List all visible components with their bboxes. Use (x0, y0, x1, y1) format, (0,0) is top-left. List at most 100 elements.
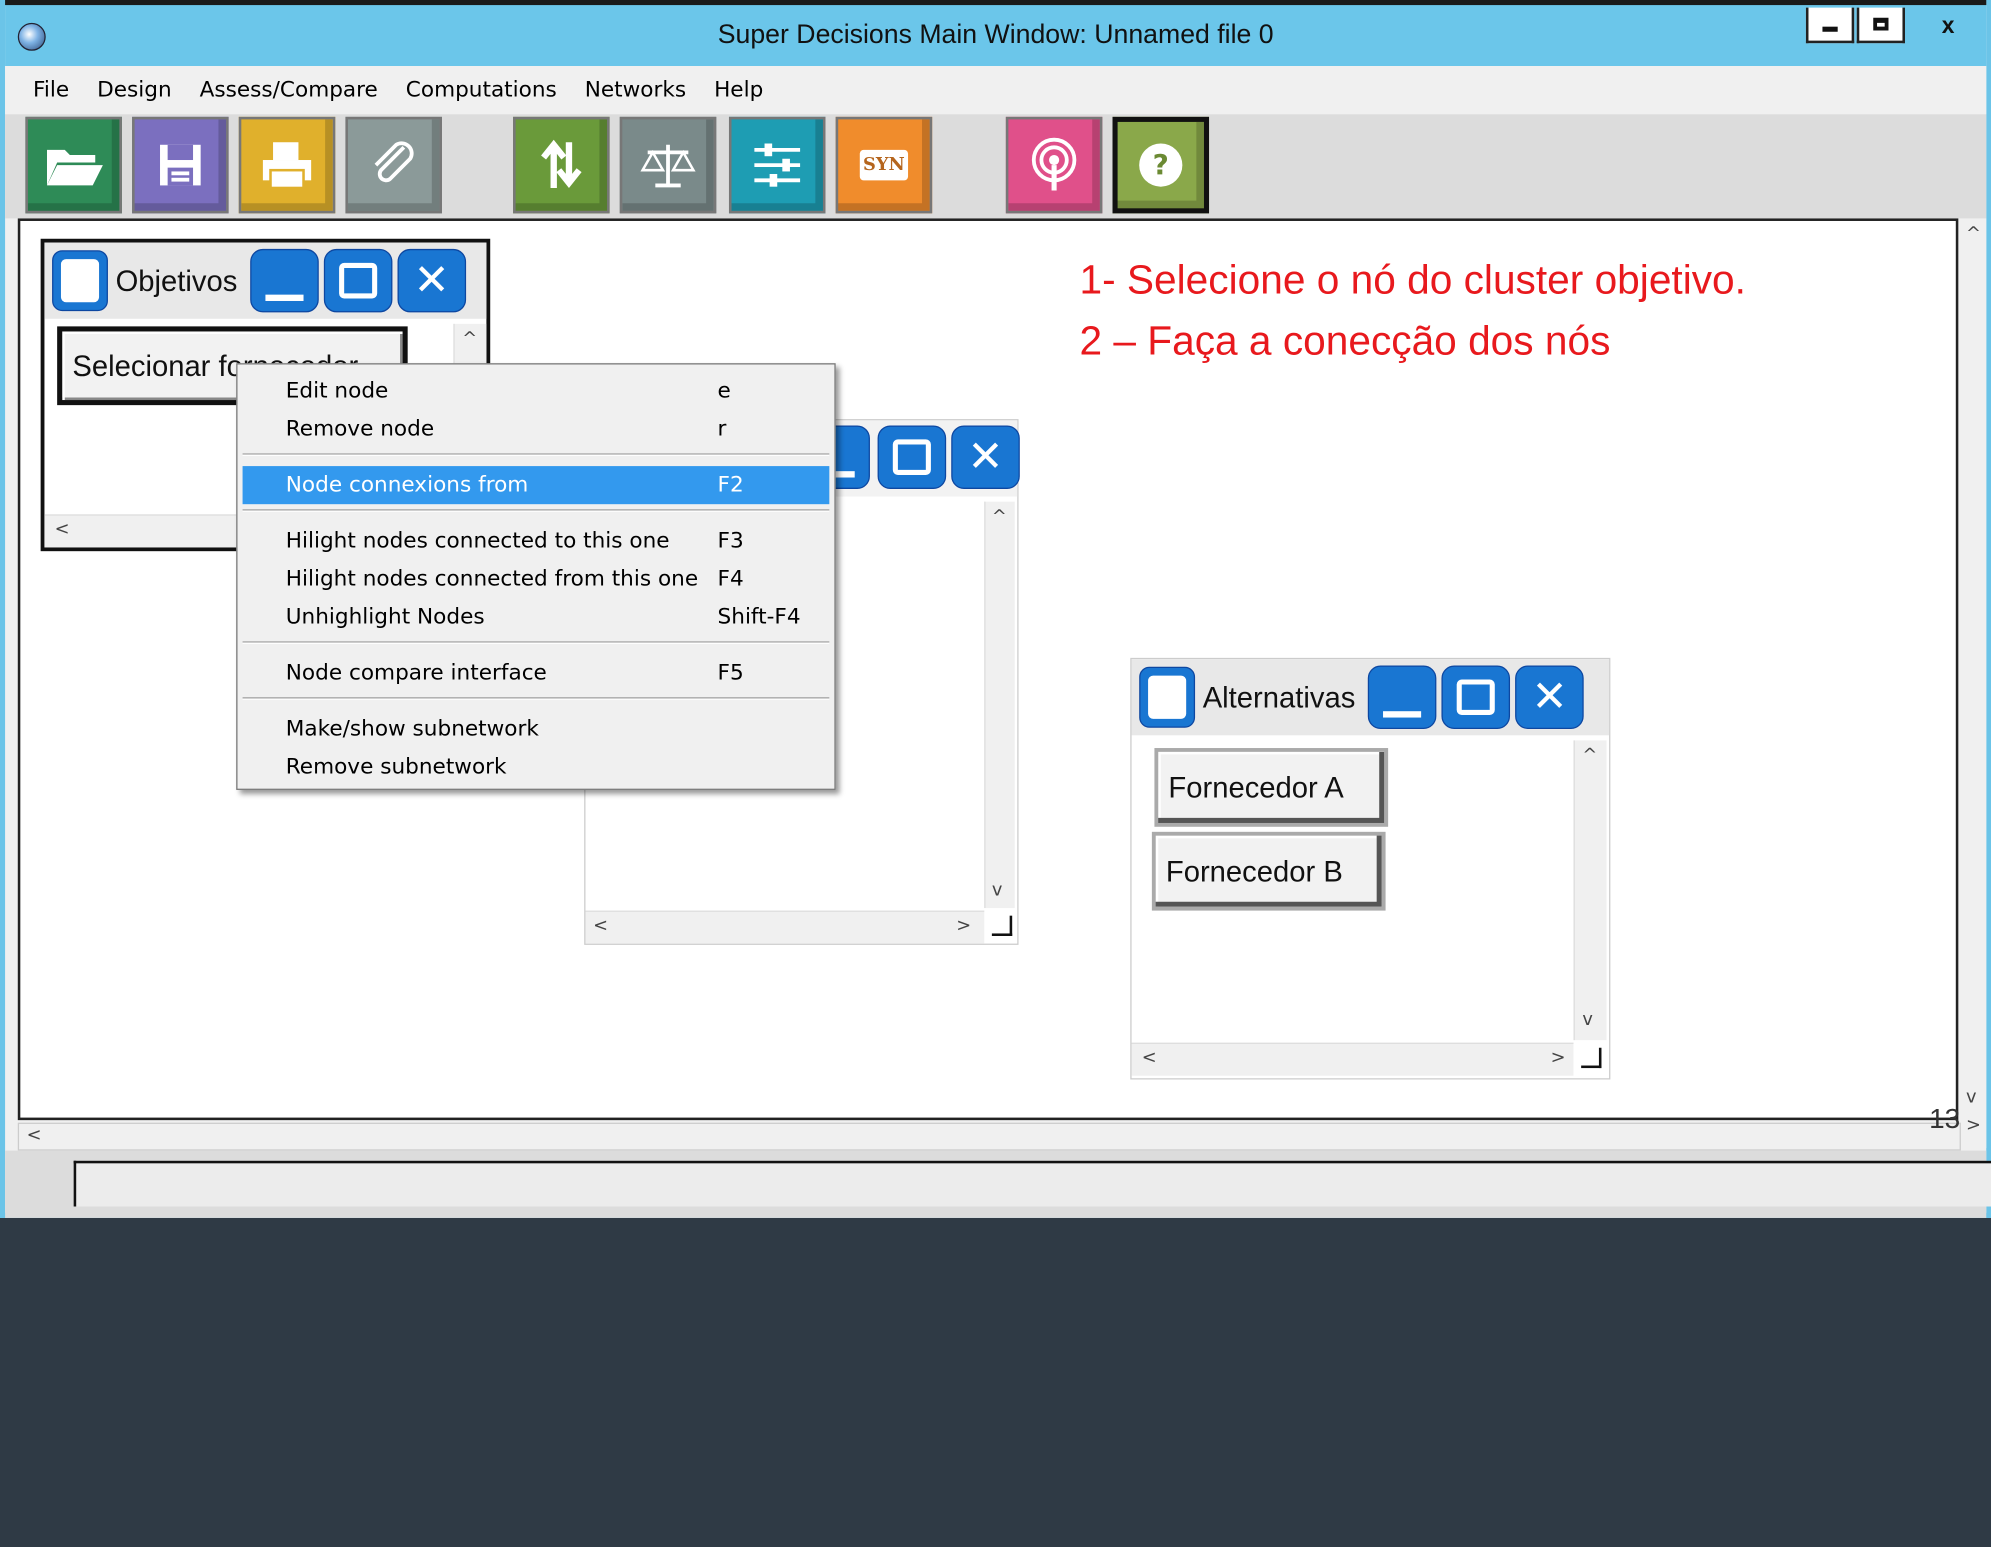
menu-item-label: Remove node (285, 416, 435, 442)
menu-item-edit-node[interactable]: Edit node e (243, 372, 830, 410)
cluster-objetivos-header: Objetivos ✕ (44, 242, 487, 319)
menu-separator (242, 509, 830, 512)
cluster-objetivos-select-checkbox[interactable] (52, 250, 108, 312)
cluster-alternativas-close-button[interactable]: ✕ (1515, 665, 1584, 729)
menu-item-label: Remove subnetwork (285, 754, 507, 780)
main-horizontal-scrollbar[interactable]: < (17, 1122, 1961, 1151)
help-icon: ? (1139, 143, 1183, 187)
checkbox-icon (1148, 675, 1187, 719)
menu-item-node-compare-interface[interactable]: Node compare interface F5 (243, 654, 830, 692)
title-bar: Super Decisions Main Window: Unnamed fil… (5, 0, 1987, 67)
menu-help[interactable]: Help (714, 77, 763, 102)
menu-item-shortcut: F3 (717, 528, 744, 554)
cluster-alternativas-hscroll[interactable]: < > (1131, 1042, 1574, 1076)
menu-item-label: Unhighlight Nodes (285, 604, 485, 630)
resize-corner[interactable] (991, 915, 1013, 936)
resize-corner[interactable] (1581, 1047, 1602, 1069)
node-fornecedor-b[interactable]: Fornecedor B (1151, 831, 1386, 911)
save-file-button[interactable] (132, 116, 229, 214)
scroll-right-arrow[interactable]: > (1966, 1115, 1981, 1135)
cluster-alternativas-select-checkbox[interactable] (1139, 666, 1196, 728)
maximize-icon (892, 439, 931, 475)
cluster-alternativas-vscroll[interactable]: ^ v (1573, 740, 1607, 1041)
close-button[interactable]: x (1910, 8, 1986, 44)
close-icon: ✕ (967, 431, 1004, 483)
menu-item-shortcut: r (717, 416, 727, 442)
menu-file[interactable]: File (33, 77, 69, 102)
scroll-right-arrow[interactable]: > (1551, 1048, 1566, 1068)
help-button[interactable]: ? (1112, 116, 1210, 214)
menu-assess-compare[interactable]: Assess/Compare (200, 77, 378, 102)
menu-item-hilight-connected-to[interactable]: Hilight nodes connected to this one F3 (243, 522, 830, 560)
scroll-left-arrow[interactable]: < (27, 1125, 42, 1145)
print-button[interactable] (238, 116, 336, 214)
scroll-up-arrow[interactable]: ^ (1966, 224, 1981, 244)
menu-item-make-show-subnetwork[interactable]: Make/show subnetwork (243, 710, 830, 748)
cluster-objetivos-close-button[interactable]: ✕ (397, 248, 466, 313)
maximize-button[interactable] (1856, 7, 1905, 44)
folder-open-icon (46, 149, 103, 186)
menu-item-shortcut: F5 (717, 660, 744, 686)
menu-item-label: Make/show subnetwork (285, 716, 539, 742)
attach-button[interactable] (345, 116, 442, 214)
menu-item-label: Edit node (285, 378, 389, 404)
scroll-down-arrow[interactable]: v (992, 880, 1003, 900)
cluster-alternativas: Alternativas ✕ Fornecedor A Fornecedor B… (1130, 657, 1611, 1080)
cluster-alternativas-maximize-button[interactable] (1441, 665, 1511, 729)
syn-icon: SYN (859, 149, 909, 181)
instruction-line-1: 1- Selecione o nó do cluster objetivo. (1079, 256, 1746, 303)
scroll-up-arrow[interactable]: ^ (1582, 745, 1597, 765)
cluster-alternativas-name: Alternativas (1202, 680, 1356, 714)
menu-bar: File Design Assess/Compare Computations … (5, 66, 1987, 115)
cluster-objetivos-maximize-button[interactable] (323, 248, 393, 313)
instruction-line-2: 2 – Faça a conecção dos nós (1079, 317, 1611, 364)
menu-item-remove-node[interactable]: Remove node r (243, 410, 830, 448)
broadcast-button[interactable] (1005, 116, 1103, 214)
scroll-down-arrow[interactable]: v (1966, 1087, 1977, 1107)
minimize-icon (265, 294, 304, 301)
compare-button[interactable] (619, 116, 717, 214)
scroll-up-arrow[interactable]: ^ (462, 329, 477, 349)
main-window: Super Decisions Main Window: Unnamed fil… (0, 0, 1991, 1218)
cluster-criterios-hscroll[interactable]: < > (585, 910, 985, 944)
cluster-alternativas-minimize-button[interactable] (1368, 665, 1437, 729)
menu-item-shortcut: F2 (717, 472, 744, 498)
sliders-icon (754, 143, 801, 187)
minimize-button[interactable] (1805, 7, 1855, 44)
scroll-left-arrow[interactable]: < (1142, 1048, 1157, 1068)
menu-item-label: Hilight nodes connected to this one (285, 528, 670, 554)
node-fornecedor-a[interactable]: Fornecedor A (1154, 748, 1389, 827)
scroll-left-arrow[interactable]: < (593, 916, 608, 936)
scroll-right-arrow[interactable]: > (956, 916, 971, 936)
menu-computations[interactable]: Computations (406, 77, 557, 102)
broadcast-icon (1031, 137, 1077, 191)
cluster-objetivos-name: Objetivos (115, 263, 238, 297)
menu-item-node-connexions-from[interactable]: Node connexions from F2 (242, 466, 830, 505)
cluster-criterios-vscroll[interactable]: ^ v (984, 501, 1015, 909)
cluster-criterios-close-button[interactable]: ✕ (951, 425, 1020, 489)
menu-design[interactable]: Design (97, 77, 172, 102)
close-icon: ✕ (413, 255, 450, 307)
maximize-icon (1456, 679, 1496, 716)
synthesize-button[interactable]: SYN (835, 116, 933, 214)
menu-item-shortcut: F4 (717, 566, 744, 592)
open-file-button[interactable] (25, 116, 122, 214)
close-icon: x (1941, 12, 1955, 38)
cluster-criterios-maximize-button[interactable] (877, 425, 947, 489)
menu-networks[interactable]: Networks (585, 77, 686, 102)
scroll-up-arrow[interactable]: ^ (992, 507, 1007, 527)
menu-item-shortcut: Shift-F4 (717, 604, 801, 630)
menu-item-remove-subnetwork[interactable]: Remove subnetwork (243, 748, 830, 786)
cluster-objetivos-minimize-button[interactable] (250, 248, 319, 313)
menu-item-unhighlight-nodes[interactable]: Unhighlight Nodes Shift-F4 (243, 598, 830, 636)
status-field (73, 1160, 1991, 1207)
menu-separator (242, 453, 830, 456)
scroll-left-arrow[interactable]: < (55, 519, 70, 539)
paperclip-icon (374, 141, 414, 183)
scroll-down-arrow[interactable]: v (1582, 1010, 1593, 1030)
refresh-button[interactable] (513, 116, 610, 214)
status-bar (5, 1150, 1991, 1218)
settings-button[interactable] (728, 116, 826, 214)
menu-item-hilight-connected-from[interactable]: Hilight nodes connected from this one F4 (243, 560, 830, 598)
main-vertical-scrollbar[interactable]: ^ v > (1960, 218, 1987, 1149)
